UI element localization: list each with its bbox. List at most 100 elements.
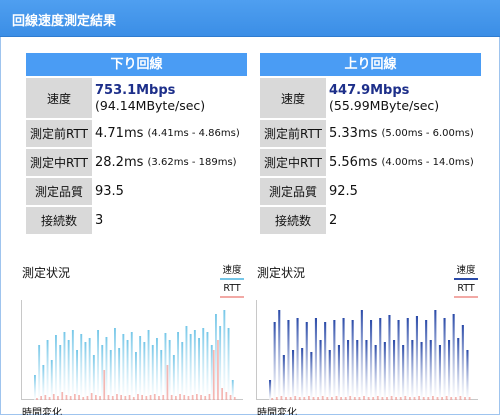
upload-legend-rtt-label: RTT — [457, 283, 475, 294]
download-rtt-bar — [111, 396, 114, 400]
upload-speed-bar — [296, 318, 299, 400]
upload-rtt-bar — [418, 396, 420, 400]
upload-speed-bar — [370, 320, 373, 400]
download-rtt-bar — [196, 394, 198, 400]
upload-rtt-before-row: 測定前RTT 5.33ms (5.00ms - 6.00ms) — [260, 120, 481, 147]
download-connections-row: 接続数 3 — [26, 207, 247, 234]
upload-speed-bar — [383, 342, 386, 400]
upload-rtt-bar — [427, 397, 430, 400]
upload-rtt-bar — [390, 396, 393, 400]
upload-speed-mbps: 447.9Mbps — [329, 83, 410, 98]
upload-rtt-during: 5.56ms (4.00ms - 14.0ms) — [326, 149, 481, 176]
upload-rtt-bar — [363, 396, 365, 400]
upload-speed-bar — [328, 350, 331, 400]
download-rtt-bar — [175, 396, 177, 400]
upload-rtt-bar — [285, 397, 287, 400]
upload-speed-bar — [448, 340, 451, 400]
download-speed-bar — [202, 328, 205, 400]
upload-speed-bar — [379, 318, 382, 400]
download-rtt-bar — [128, 395, 131, 400]
download-connections-label: 接続数 — [26, 207, 92, 234]
upload-rtt-bar — [275, 397, 278, 400]
upload-rtt-bar — [353, 397, 356, 400]
download-rtt-bar — [86, 396, 89, 400]
upload-speed-bar — [305, 322, 308, 400]
download-rtt-bar — [65, 395, 68, 400]
download-speed-bar — [219, 326, 222, 400]
upload-rtt-bar — [409, 397, 411, 400]
download-rtt-during: 28.2ms (3.62ms - 189ms) — [92, 149, 247, 176]
download-speed-label: 速度 — [26, 78, 92, 118]
upload-speed-bar — [273, 322, 276, 400]
download-speed-bar — [172, 355, 175, 400]
upload-connections-value: 2 — [329, 213, 338, 228]
download-panel: 下り回線 速度 753.1Mbps (94.14MByte/sec) 測定前RT… — [26, 53, 247, 234]
download-rtt-bar — [61, 392, 64, 400]
download-rtt-bar — [116, 394, 118, 400]
upload-rtt-bar — [317, 397, 319, 400]
download-rtt-bar — [212, 350, 215, 400]
download-speed-bar — [59, 345, 62, 400]
download-legend-rtt: RTT — [220, 283, 244, 298]
upload-speed-bar — [443, 318, 446, 400]
upload-speed-bar — [314, 318, 317, 400]
download-rtt-bar — [187, 396, 190, 400]
download-legend-speed-label: 速度 — [222, 265, 242, 276]
download-speed-bar — [215, 314, 217, 400]
download-legend-speed-swatch — [220, 278, 244, 280]
download-speed-bar — [143, 342, 146, 400]
upload-rtt-bar — [308, 396, 310, 400]
upload-speed-bar — [351, 320, 354, 400]
download-speed-bar — [122, 334, 125, 400]
download-speed-bar — [88, 338, 91, 400]
upload-speed-bar — [420, 342, 423, 400]
download-rtt-during-value: 28.2ms — [95, 155, 144, 170]
download-quality-label: 測定品質 — [26, 178, 92, 205]
download-speed-bar — [80, 334, 83, 400]
upload-rtt-bar — [395, 397, 397, 400]
upload-rtt-bar — [331, 397, 333, 400]
download-rtt-bar — [124, 396, 127, 400]
download-rtt-bar — [44, 395, 47, 400]
download-rtt-bar — [204, 396, 207, 400]
upload-speed-bar — [429, 340, 432, 400]
download-speed-bar — [109, 350, 112, 400]
upload-rtt-bar — [326, 397, 329, 400]
download-speed-mbps: 753.1Mbps — [95, 83, 176, 98]
download-rtt-bar — [103, 370, 106, 400]
upload-speed-bar — [388, 315, 391, 400]
download-speed-bar — [206, 332, 209, 400]
upload-rtt-bar — [349, 396, 352, 400]
download-rtt-before-label: 測定前RTT — [26, 120, 92, 147]
upload-chart — [256, 300, 478, 400]
download-speed-bar — [177, 332, 179, 400]
upload-speed-bar — [333, 320, 336, 400]
download-speed-bar — [147, 330, 150, 400]
download-quality-row: 測定品質 93.5 — [26, 178, 247, 205]
upload-panel: 上り回線 速度 447.9Mbps (55.99MByte/sec) 測定前RT… — [260, 53, 481, 234]
upload-quality-value: 92.5 — [329, 184, 358, 199]
download-speed-bar — [223, 310, 226, 400]
download-speed-bar — [67, 340, 70, 400]
download-speed-bar — [76, 350, 78, 400]
upload-rtt-before-value: 5.33ms — [329, 126, 378, 141]
result-header: 回線速度測定結果 — [0, 0, 500, 37]
download-speed-bar — [139, 336, 142, 400]
upload-status-title: 測定状況 — [257, 266, 306, 280]
download-speed-bar — [63, 332, 66, 400]
download-title: 下り回線 — [26, 53, 247, 76]
download-speed-bar — [46, 340, 49, 400]
download-rtt-bar — [162, 395, 165, 400]
upload-speed-bar — [425, 320, 428, 400]
upload-rtt-bar — [381, 397, 384, 400]
download-rtt-bar — [158, 396, 160, 400]
upload-rtt-bar — [271, 398, 274, 400]
upload-rtt-bar — [441, 397, 443, 400]
upload-speed-bar — [466, 350, 469, 400]
download-chart — [21, 300, 243, 400]
upload-rtt-bar — [335, 396, 338, 400]
upload-speed-bar — [415, 316, 418, 400]
upload-speed-bar — [310, 352, 313, 400]
upload-rtt-bar — [422, 397, 425, 400]
upload-rtt-bar — [386, 397, 388, 400]
